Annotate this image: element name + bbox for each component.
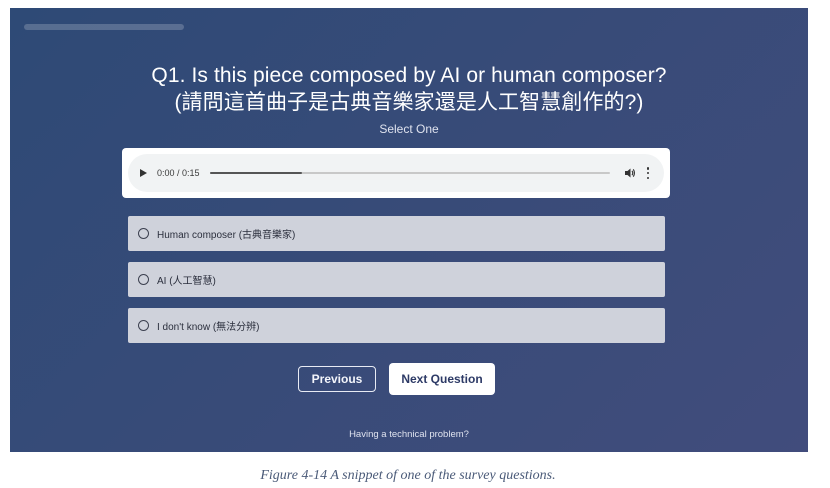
figure-caption: Figure 4-14 A snippet of one of the surv… bbox=[260, 468, 556, 483]
previous-button[interactable]: Previous bbox=[298, 366, 376, 392]
play-icon[interactable] bbox=[140, 169, 147, 177]
navigation-buttons: Previous Next Question bbox=[10, 363, 808, 395]
progress-bar bbox=[24, 24, 184, 30]
audio-container: 0:00 / 0:15 bbox=[122, 148, 670, 198]
survey-panel: Q1. Is this piece composed by AI or huma… bbox=[10, 8, 808, 452]
option-label: Human composer (古典音樂家) bbox=[157, 230, 296, 241]
option-label: AI (人工智慧) bbox=[157, 276, 216, 287]
radio-button[interactable] bbox=[138, 320, 149, 331]
audio-player: 0:00 / 0:15 bbox=[128, 154, 664, 192]
next-question-button[interactable]: Next Question bbox=[389, 363, 495, 395]
audio-time-display: 0:00 / 0:15 bbox=[157, 168, 200, 178]
question-text-english: Q1. Is this piece composed by AI or huma… bbox=[151, 64, 667, 87]
option-human-composer[interactable]: Human composer (古典音樂家) bbox=[128, 216, 665, 251]
radio-button[interactable] bbox=[138, 274, 149, 285]
technical-problem-link[interactable]: Having a technical problem? bbox=[10, 429, 808, 440]
option-ai[interactable]: AI (人工智慧) bbox=[128, 262, 665, 297]
more-vertical-icon[interactable] bbox=[646, 167, 650, 179]
audio-seek-progress bbox=[209, 172, 302, 174]
audio-seek-bar[interactable] bbox=[209, 172, 610, 174]
question-text-chinese: (請問這首曲子是古典音樂家還是人工智慧創作的?) bbox=[174, 91, 644, 114]
answer-options: Human composer (古典音樂家) AI (人工智慧) I don't… bbox=[128, 216, 665, 354]
select-one-hint: Select One bbox=[379, 122, 439, 136]
option-label: I don't know (無法分辨) bbox=[157, 322, 260, 333]
option-dont-know[interactable]: I don't know (無法分辨) bbox=[128, 308, 665, 343]
question-title: Q1. Is this piece composed by AI or huma… bbox=[10, 62, 808, 116]
radio-button[interactable] bbox=[138, 228, 149, 239]
volume-icon[interactable] bbox=[624, 167, 636, 179]
